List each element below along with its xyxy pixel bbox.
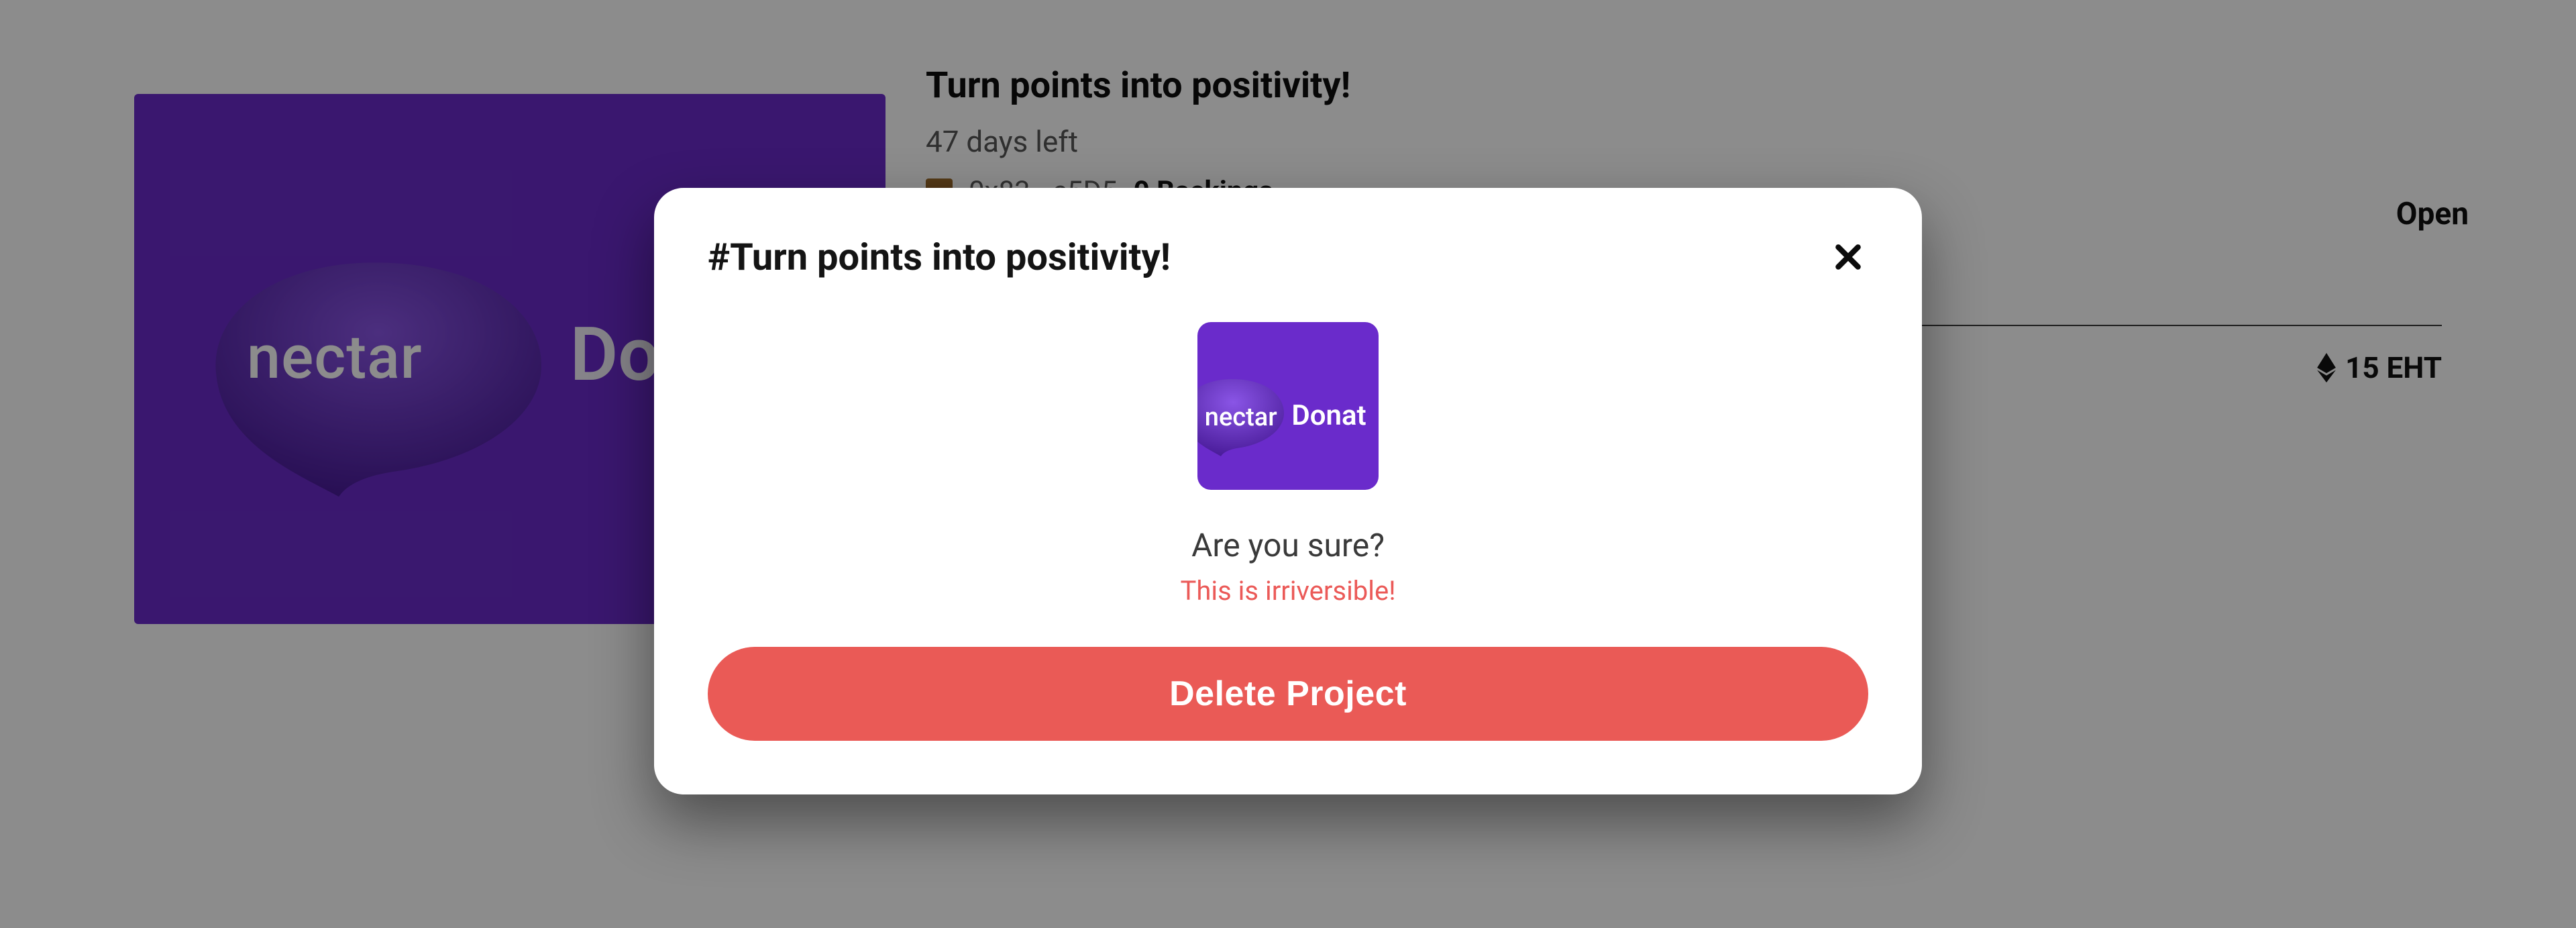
thumb-action-text: Donat — [1291, 399, 1366, 432]
irreversible-warning: This is irriversible! — [708, 575, 1868, 607]
delete-project-button[interactable]: Delete Project — [708, 647, 1868, 741]
confirm-question: Are you sure? — [708, 526, 1868, 564]
thumb-brand-text: nectar — [1205, 403, 1277, 432]
close-icon — [1833, 242, 1863, 272]
modal-title: #Turn points into positivity! — [708, 235, 1171, 279]
modal-project-thumbnail: nectar Donat — [1197, 322, 1379, 490]
close-button[interactable] — [1828, 237, 1868, 277]
delete-project-modal: #Turn points into positivity! nectar Don… — [654, 188, 1922, 794]
